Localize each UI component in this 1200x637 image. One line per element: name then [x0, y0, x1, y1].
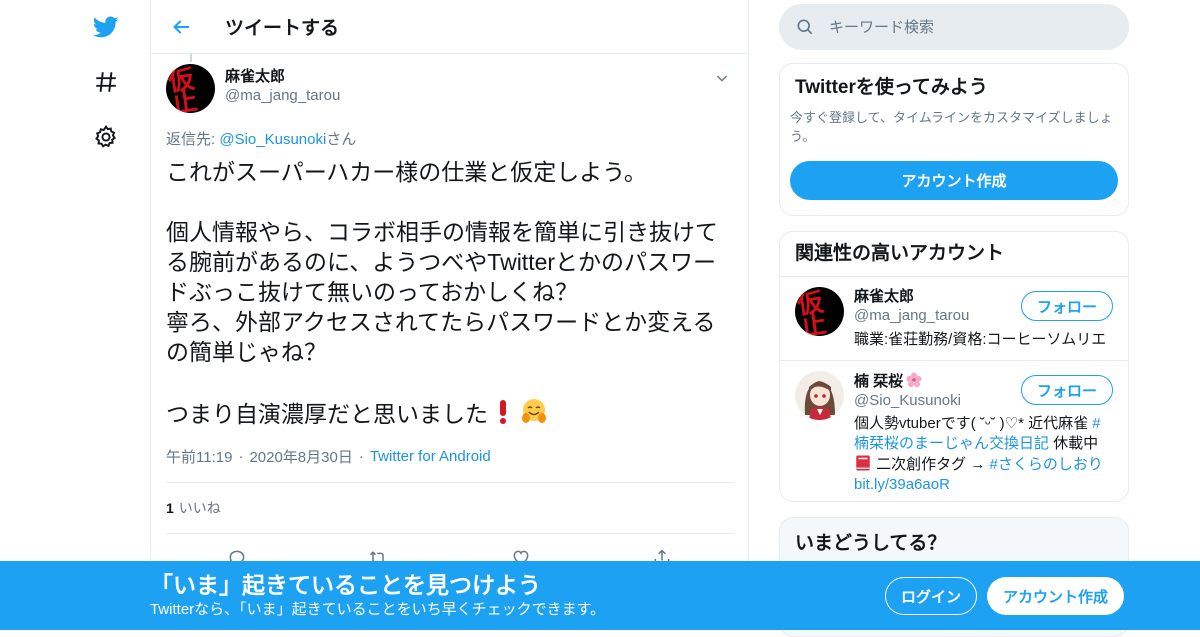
- search-bar: [779, 4, 1129, 50]
- account-bio: 職業:雀荘勤務/資格:コーヒーソムリエ: [854, 331, 1107, 348]
- likes-row[interactable]: 1 いいね: [166, 483, 734, 533]
- cherry-blossom-icon: [906, 372, 922, 388]
- page-title: ツイートする: [225, 18, 340, 39]
- login-button[interactable]: ログイン: [885, 577, 977, 615]
- search-icon: [797, 19, 813, 35]
- tweet-author: 仮止 麻雀太郎 @ma_jang_tarou: [166, 64, 734, 114]
- bottom-bar-subtitle: Twitterなら、「いま」起きていることをいち早くチェックできます。: [150, 601, 606, 618]
- signup-card: Twitterを使ってみよう 今すぐ登録して、タイムラインをカスタマイズしましょ…: [779, 63, 1129, 216]
- gear-icon[interactable]: [86, 117, 126, 157]
- back-arrow-icon[interactable]: [161, 7, 201, 47]
- tweet-meta: 午前11:19 · 2020年8月30日 · Twitter for Andro…: [166, 445, 734, 467]
- bio-text: 個人勢vtuberです( ˘ᵕ˘ )♡* 近代麻雀: [854, 415, 1093, 432]
- avatar[interactable]: [795, 371, 844, 420]
- related-accounts-title: 関連性の高いアカウント: [780, 232, 1128, 277]
- meta-separator: ·: [358, 447, 364, 465]
- thread-line: [190, 54, 192, 62]
- exclamation-mark-icon: [496, 399, 510, 425]
- bio-text: 休載中: [1049, 435, 1099, 452]
- create-account-button[interactable]: アカウント作成: [790, 161, 1118, 200]
- search-input[interactable]: [829, 18, 1109, 36]
- signup-card-desc: 今すぐ登録して、タイムラインをカスタマイズしましょう。: [790, 110, 1113, 144]
- likes-count: 1: [166, 500, 174, 516]
- tweet: 仮止 麻雀太郎 @ma_jang_tarou 返信先: @Sio_Kusunok…: [166, 64, 734, 582]
- related-accounts-card: 関連性の高いアカウント 仮止 麻雀太郎 @ma_jang_tarou 職業:雀荘…: [779, 231, 1129, 502]
- hugging-face-icon: [520, 397, 548, 425]
- anime-avatar-icon: [804, 381, 835, 420]
- reply-prefix: 返信先:: [166, 131, 220, 148]
- avatar[interactable]: 仮止: [166, 64, 215, 113]
- avatar-logo: 仮止: [166, 64, 200, 113]
- hashtag-link[interactable]: #さくらのしおり: [990, 456, 1103, 473]
- column-header: ツイートする: [151, 0, 748, 54]
- reply-to: 返信先: @Sio_Kusunokiさん: [166, 128, 734, 149]
- hashtag-icon[interactable]: [86, 62, 126, 102]
- avatar-logo: 仮止: [795, 287, 829, 336]
- author-handle[interactable]: @ma_jang_tarou: [225, 86, 340, 106]
- meta-separator: ·: [238, 447, 244, 465]
- avatar[interactable]: 仮止: [795, 287, 844, 336]
- follow-button[interactable]: フォロー: [1021, 375, 1113, 405]
- author-names: 麻雀太郎 @ma_jang_tarou: [225, 64, 340, 114]
- account-item[interactable]: 楠 栞桜 @Sio_Kusunoki 個人勢vtuberです( ˘ᵕ˘ )♡* …: [780, 361, 1128, 501]
- bio-text: 二次創作タグ →: [872, 456, 990, 473]
- follow-button[interactable]: フォロー: [1021, 291, 1113, 321]
- chevron-down-icon[interactable]: [710, 66, 734, 90]
- twitter-logo-icon[interactable]: [86, 7, 126, 47]
- bottom-bar-title: 「いま」起きていることを見つけよう: [150, 572, 541, 598]
- tweet-body: これがスーパーハカー様の仕業と仮定しよう。 個人情報やら、コラボ相手の情報を簡単…: [166, 159, 718, 427]
- signup-button[interactable]: アカウント作成: [987, 577, 1124, 615]
- tweet-text: これがスーパーハカー様の仕業と仮定しよう。 個人情報やら、コラボ相手の情報を簡単…: [166, 157, 736, 429]
- red-book-icon: [856, 455, 870, 471]
- trends-title: いまどうしてる？: [795, 533, 947, 554]
- left-nav: [80, 0, 130, 630]
- account-name-text: 楠 栞桜: [854, 373, 904, 390]
- account-item[interactable]: 仮止 麻雀太郎 @ma_jang_tarou 職業:雀荘勤務/資格:コーヒーソム…: [780, 277, 1128, 361]
- author-name[interactable]: 麻雀太郎: [225, 68, 340, 86]
- reply-mention-link[interactable]: @Sio_Kusunoki: [219, 131, 326, 148]
- tweet-column: ツイートする 仮止 麻雀太郎 @ma_jang_tarou 返信先: @Sio_…: [150, 0, 749, 630]
- tweet-date[interactable]: 2020年8月30日: [249, 446, 352, 467]
- tweet-time[interactable]: 午前11:19: [166, 446, 232, 467]
- tweet-source-link[interactable]: Twitter for Android: [370, 448, 491, 465]
- likes-label: いいね: [178, 500, 221, 516]
- reply-suffix: さん: [326, 131, 357, 148]
- bio-url-link[interactable]: bit.ly/39a6aoR: [854, 476, 950, 493]
- bottom-signup-bar: 「いま」起きていることを見つけよう Twitterなら、「いま」起きていることを…: [0, 561, 1200, 630]
- signup-card-title: Twitterを使ってみよう: [795, 77, 988, 98]
- account-bio: 個人勢vtuberです( ˘ᵕ˘ )♡* 近代麻雀 #楠栞桜のまーじゃん交換日記…: [854, 414, 1113, 495]
